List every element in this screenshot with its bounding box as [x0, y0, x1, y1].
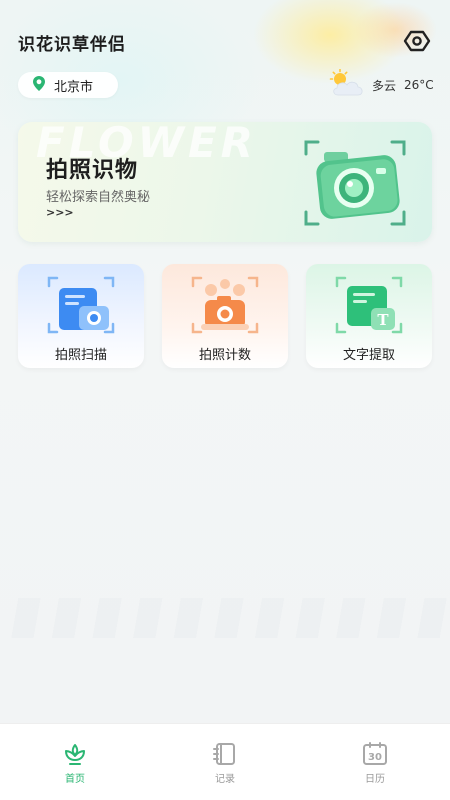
- photo-scan-button[interactable]: 拍照扫描: [18, 264, 144, 368]
- tool-label: 文字提取: [342, 348, 395, 363]
- header: 识花识草伴侣: [0, 24, 450, 60]
- home-plant-icon: [65, 744, 85, 765]
- tab-label: 首页: [65, 774, 85, 785]
- tool-label: 拍照扫描: [54, 348, 107, 363]
- camera-icon: [280, 128, 410, 236]
- location-selector[interactable]: 北京市: [18, 72, 118, 98]
- text-extract-icon: T: [331, 268, 407, 338]
- weather-condition: 多云: [372, 78, 397, 93]
- tool-label: 拍照计数: [198, 348, 251, 363]
- tab-label: 日历: [365, 774, 385, 785]
- photo-count-button[interactable]: 拍照计数: [162, 264, 288, 368]
- app-title: 识花识草伴侣: [18, 35, 126, 55]
- tab-home[interactable]: 首页: [0, 724, 150, 800]
- banner-title: 拍照识物: [46, 158, 139, 183]
- location-pin-icon: [32, 75, 46, 96]
- banner-arrows: >>>: [46, 206, 74, 219]
- svg-text:T: T: [377, 311, 389, 329]
- eye-icon[interactable]: [402, 28, 432, 54]
- partly-cloudy-icon: [328, 68, 366, 101]
- bottom-tab-bar: 首页 记录 30 日历: [0, 723, 450, 800]
- scan-document-icon: [43, 268, 119, 338]
- count-camera-icon: [187, 268, 263, 338]
- tab-calendar[interactable]: 30 日历: [300, 724, 450, 800]
- notebook-icon: [213, 743, 235, 765]
- location-city: 北京市: [54, 79, 94, 95]
- decorative-band: [0, 598, 450, 638]
- calendar-icon-text: 30: [368, 752, 382, 763]
- tab-records[interactable]: 记录: [150, 724, 300, 800]
- tab-label: 记录: [215, 774, 235, 785]
- text-extract-button[interactable]: T 文字提取: [306, 264, 432, 368]
- weather-widget: 多云 26°C: [328, 68, 434, 101]
- calendar-icon: 30: [363, 742, 387, 765]
- weather-temperature: 26°C: [404, 78, 434, 92]
- banner-subtitle: 轻松探索自然奥秘: [46, 190, 151, 205]
- photo-identify-banner[interactable]: FLOWER 拍照识物 轻松探索自然奥秘 >>>: [18, 122, 432, 242]
